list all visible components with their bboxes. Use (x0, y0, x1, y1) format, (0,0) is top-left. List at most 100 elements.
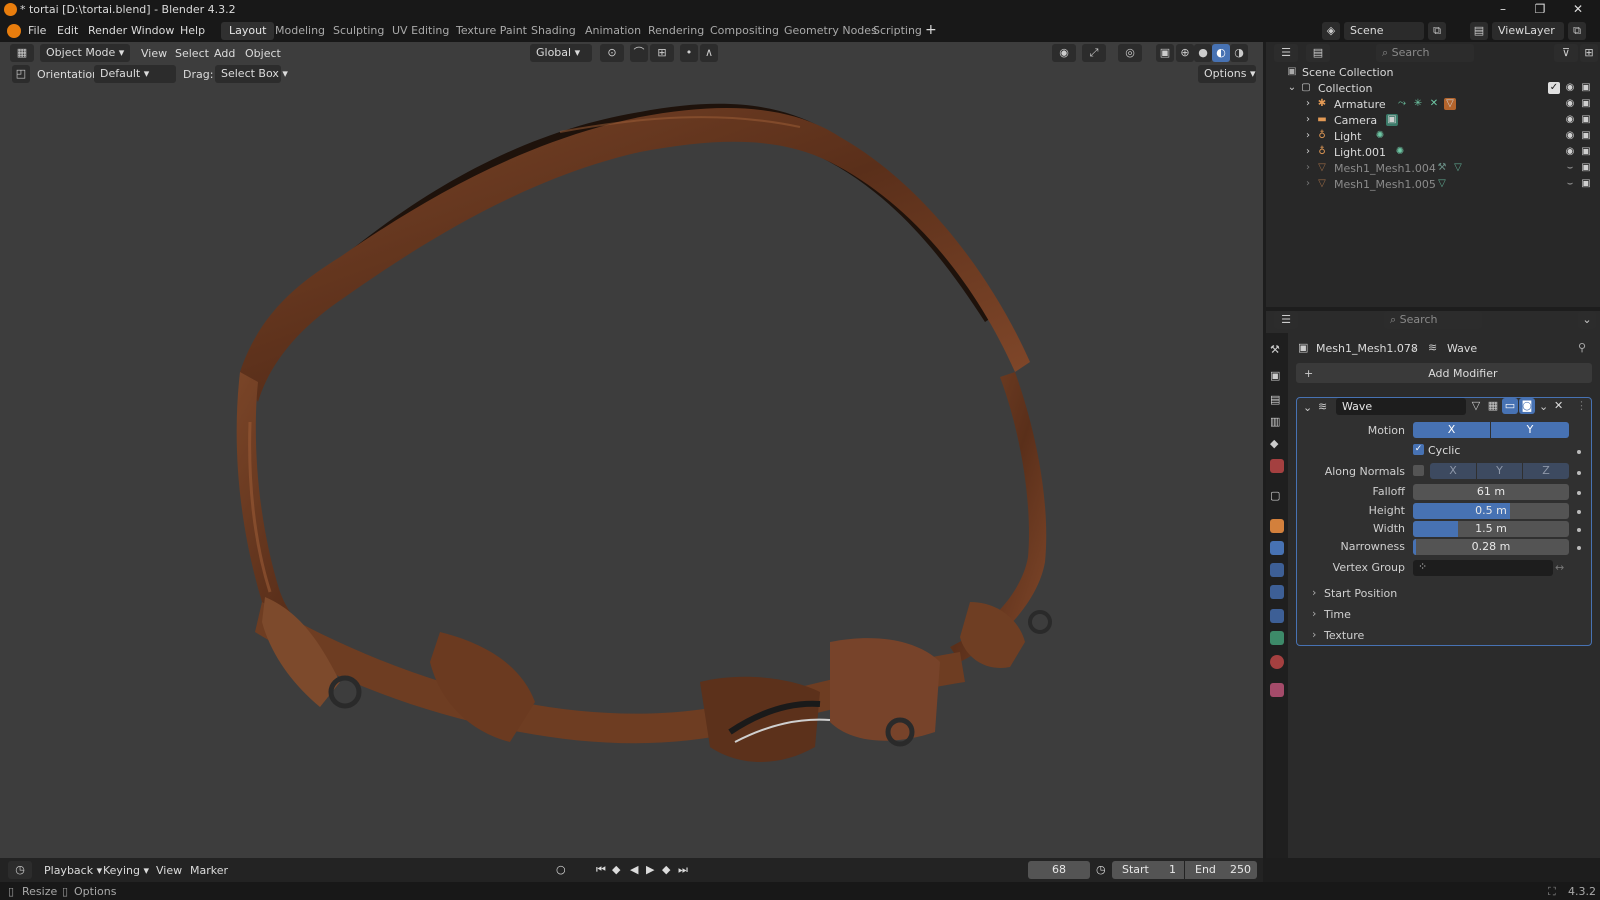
overlay-icon[interactable]: ◎ (1118, 44, 1142, 62)
preview-range-icon[interactable]: ◷ (1096, 863, 1106, 876)
options-dropdown[interactable]: Options ▾ (1198, 65, 1256, 83)
menu-help[interactable]: Help (180, 24, 205, 37)
properties-editor-type-icon[interactable]: ☰ (1274, 311, 1298, 329)
menu-window[interactable]: Window (131, 24, 174, 37)
eye-icon[interactable]: ◉ (1564, 98, 1576, 110)
outliner-row-mesh1-004[interactable]: › ▽ Mesh1_Mesh1.004 ⚒ ▽ ⌣ ▣ (1266, 161, 1600, 177)
scene-name-field[interactable]: Scene (1344, 22, 1424, 40)
modifier-menu-icon[interactable]: ⌄ (1539, 400, 1548, 413)
tool-settings-icon[interactable]: ◰ (12, 65, 30, 83)
eye-icon[interactable]: ◉ (1564, 82, 1576, 94)
viewport-menu-view[interactable]: View (141, 47, 167, 60)
modifier-name-input[interactable]: Wave (1336, 398, 1466, 415)
render-tab-icon[interactable]: ▣ (1270, 369, 1284, 383)
tab-uv-editing[interactable]: UV Editing (384, 22, 457, 40)
display-mode-icon[interactable]: ▤ (1306, 44, 1330, 62)
tab-sculpting[interactable]: Sculpting (325, 22, 392, 40)
xray-icon[interactable]: ▣ (1156, 44, 1174, 62)
blender-menu-icon[interactable] (7, 24, 21, 38)
jump-prev-keyframe-icon[interactable]: ◆ (612, 863, 620, 876)
vertex-group-field[interactable]: ⁘ (1413, 560, 1553, 576)
on-cage-icon[interactable]: ▽ (1468, 398, 1484, 414)
solid-shading-icon[interactable]: ● (1194, 44, 1212, 62)
timeline-menu-playback[interactable]: Playback ▾ (44, 864, 102, 877)
pin-icon[interactable]: ⚲ (1578, 341, 1586, 354)
along-normals-x[interactable]: X (1430, 463, 1476, 479)
end-frame-field[interactable]: End 250 (1185, 861, 1257, 879)
menu-file[interactable]: File (28, 24, 46, 37)
physics-tab-icon[interactable] (1270, 585, 1284, 599)
minimize-icon[interactable]: – (1493, 2, 1513, 18)
particles-tab-icon[interactable] (1270, 563, 1284, 577)
editor-type-icon[interactable]: ▦ (10, 44, 34, 62)
belt-object-render[interactable] (0, 42, 1263, 858)
tab-shading[interactable]: Shading (523, 22, 584, 40)
modifier-tab-icon[interactable] (1270, 541, 1284, 555)
keyframe-dot-icon[interactable] (1577, 491, 1581, 495)
proportional-edit-icon[interactable]: • (680, 44, 698, 62)
orientation-dropdown[interactable]: Default ▾ (94, 65, 176, 83)
material-tab-icon[interactable] (1270, 655, 1284, 669)
collection-tab-icon[interactable]: ▢ (1270, 489, 1284, 503)
panel-options-icon[interactable]: ⌄ (1578, 311, 1596, 329)
invert-vertex-group-icon[interactable]: ↔ (1555, 561, 1564, 574)
drag-handle-icon[interactable]: ⋮ (1576, 399, 1587, 412)
render-toggle-icon[interactable]: ◙ (1519, 398, 1535, 414)
scene-tab-icon[interactable]: ◆ (1270, 437, 1284, 451)
timeline-editor-type-icon[interactable]: ◷ (8, 861, 32, 879)
checkbox-icon[interactable]: ✓ (1548, 82, 1560, 94)
falloff-icon[interactable]: ∧ (700, 44, 718, 62)
jump-next-keyframe-icon[interactable]: ◆ (662, 863, 670, 876)
add-workspace-icon[interactable]: + (925, 22, 937, 38)
filter-icon[interactable]: ⊽ (1554, 44, 1578, 62)
drag-dropdown[interactable]: Select Box ▾ (215, 65, 288, 83)
tab-texture-paint[interactable]: Texture Paint (448, 22, 535, 40)
expand-arrow-icon[interactable]: › (1312, 586, 1316, 599)
texture-tab-icon[interactable] (1270, 683, 1284, 697)
expand-arrow-icon[interactable]: › (1302, 98, 1314, 110)
expand-arrow-icon[interactable]: › (1302, 162, 1314, 174)
new-scene-icon[interactable]: ⧉ (1428, 22, 1446, 40)
expand-arrow-icon[interactable]: › (1302, 130, 1314, 142)
expand-arrow-icon[interactable]: › (1302, 114, 1314, 126)
snap-target-icon[interactable]: ⊞ (650, 44, 674, 62)
outliner-row-scene-collection[interactable]: ▣ Scene Collection (1266, 65, 1600, 81)
remove-modifier-icon[interactable]: ✕ (1554, 399, 1563, 412)
height-slider[interactable]: 0.5 m (1413, 503, 1569, 519)
keyframe-dot-icon[interactable] (1577, 450, 1581, 454)
along-normals-z[interactable]: Z (1523, 463, 1569, 479)
wireframe-shading-icon[interactable]: ⊕ (1176, 44, 1194, 62)
tool-tab-icon[interactable]: ⚒ (1270, 343, 1284, 357)
data-tab-icon[interactable] (1270, 631, 1284, 645)
outliner-row-light[interactable]: › ♁ Light ✺ ◉ ▣ (1266, 129, 1600, 145)
viewport-menu-add[interactable]: Add (214, 47, 235, 60)
eye-icon[interactable]: ◉ (1564, 114, 1576, 126)
width-slider[interactable]: 1.5 m (1413, 521, 1569, 537)
texture-subpanel[interactable]: Texture (1324, 629, 1364, 642)
menu-render[interactable]: Render (88, 24, 127, 37)
eye-closed-icon[interactable]: ⌣ (1564, 162, 1576, 174)
view-layer-icon[interactable]: ▤ (1470, 22, 1488, 40)
collapse-arrow-icon[interactable]: ⌄ (1286, 82, 1298, 94)
falloff-field[interactable]: 61 m (1413, 484, 1569, 500)
new-view-layer-icon[interactable]: ⧉ (1568, 22, 1586, 40)
keyframe-dot-icon[interactable] (1577, 471, 1581, 475)
close-icon[interactable]: ✕ (1568, 2, 1588, 18)
outliner-editor-type-icon[interactable]: ☰ (1274, 44, 1298, 62)
outliner-search-input[interactable]: ⌕ Search (1376, 44, 1474, 62)
timeline-menu-marker[interactable]: Marker (190, 864, 228, 877)
outliner-row-light-001[interactable]: › ♁ Light.001 ✺ ◉ ▣ (1266, 145, 1600, 161)
output-tab-icon[interactable]: ▤ (1270, 393, 1284, 407)
rendered-shading-icon[interactable]: ◑ (1230, 44, 1248, 62)
tab-modeling[interactable]: Modeling (267, 22, 333, 40)
keyframe-dot-icon[interactable] (1577, 528, 1581, 532)
camera-render-icon[interactable]: ▣ (1580, 162, 1592, 174)
properties-search-input[interactable]: ⌕ Search (1384, 311, 1482, 329)
visibility-icon[interactable]: ◉ (1052, 44, 1076, 62)
edit-mode-icon[interactable]: ▦ (1485, 398, 1501, 414)
camera-render-icon[interactable]: ▣ (1580, 98, 1592, 110)
eye-icon[interactable]: ◉ (1564, 146, 1576, 158)
along-normals-checkbox[interactable] (1413, 465, 1424, 476)
eye-closed-icon[interactable]: ⌣ (1564, 178, 1576, 190)
camera-render-icon[interactable]: ▣ (1580, 114, 1592, 126)
